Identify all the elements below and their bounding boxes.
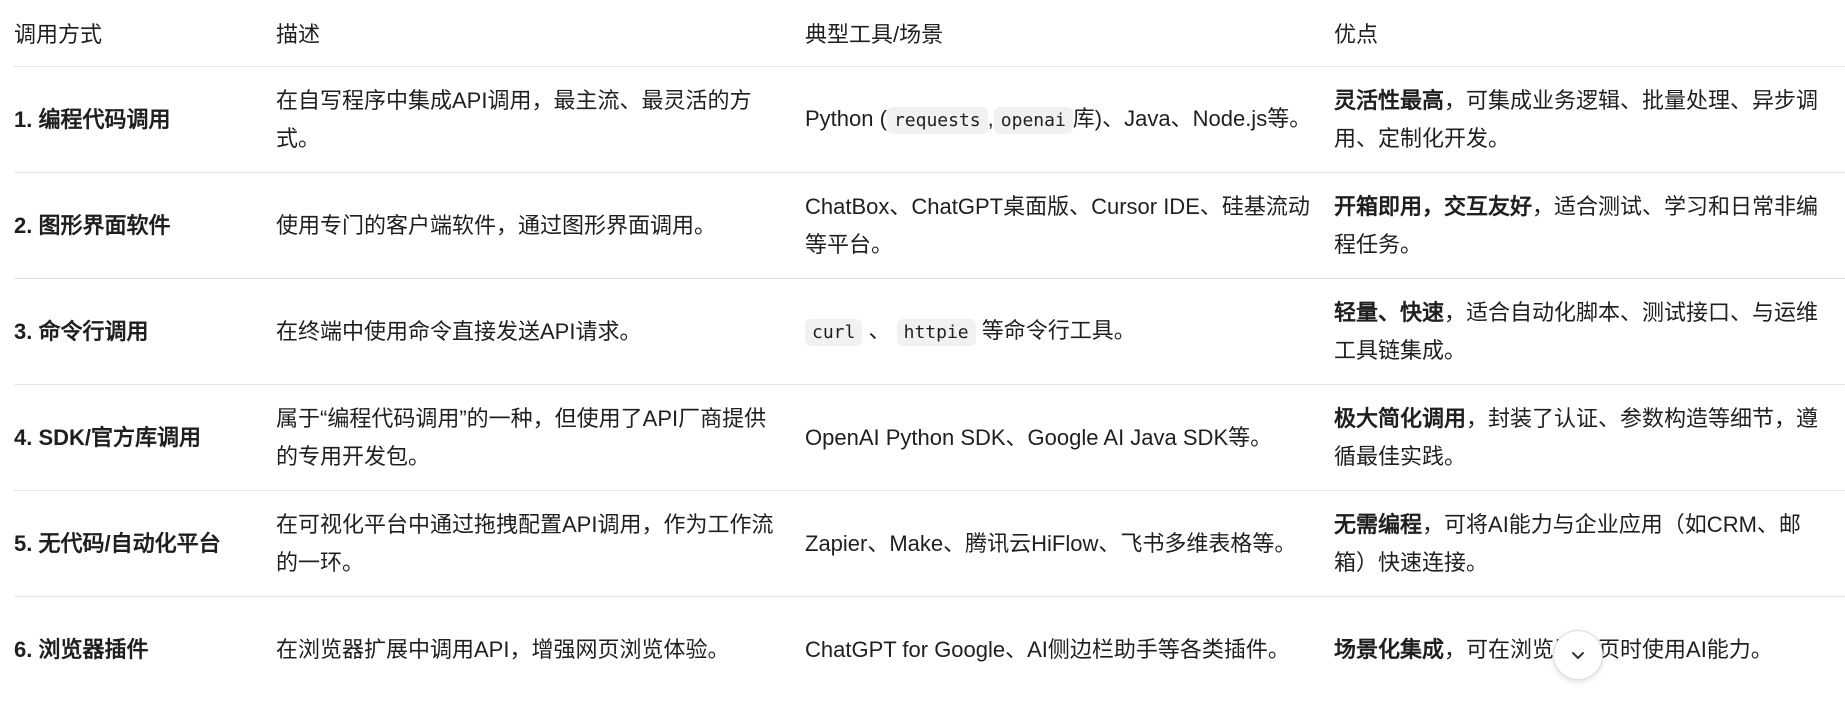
method-cell: 3. 命令行调用 [14,279,276,385]
method-cell: 6. 浏览器插件 [14,597,276,702]
description-cell: 使用专门的客户端软件，通过图形界面调用。 [276,173,805,279]
pros-cell: 灵活性最高，可集成业务逻辑、批量处理、异步调用、定制化开发。 [1334,67,1845,173]
pros-highlight: 极大简化调用 [1334,406,1466,431]
table-row: 1. 编程代码调用 在自写程序中集成API调用，最主流、最灵活的方式。 Pyth… [14,67,1845,173]
description-cell: 在浏览器扩展中调用API，增强网页浏览体验。 [276,597,805,702]
pros-highlight: 无需编程 [1334,512,1422,537]
pros-cell: 极大简化调用，封装了认证、参数构造等细节，遵循最佳实践。 [1334,385,1845,491]
tools-cell: Zapier、Make、腾讯云HiFlow、飞书多维表格等。 [805,491,1334,597]
pros-highlight: 轻量、快速 [1334,300,1444,325]
pros-cell: 轻量、快速，适合自动化脚本、测试接口、与运维工具链集成。 [1334,279,1845,385]
pros-cell: 开箱即用，交互友好，适合测试、学习和日常非编程任务。 [1334,173,1845,279]
table-row: 5. 无代码/自动化平台 在可视化平台中通过拖拽配置API调用，作为工作流的一环… [14,491,1845,597]
inline-code: curl [805,319,862,346]
pros-highlight: 开箱即用，交互友好 [1334,194,1532,219]
header-tools: 典型工具/场景 [805,0,1334,67]
table-row: 2. 图形界面软件 使用专门的客户端软件，通过图形界面调用。 ChatBox、C… [14,173,1845,279]
header-pros: 优点 [1334,0,1845,67]
chevron-down-icon [1568,645,1588,665]
tools-text: 库)、Java、Node.js等。 [1073,106,1311,131]
method-cell: 1. 编程代码调用 [14,67,276,173]
api-methods-table: 调用方式 描述 典型工具/场景 优点 1. 编程代码调用 在自写程序中集成API… [14,0,1845,702]
description-cell: 在自写程序中集成API调用，最主流、最灵活的方式。 [276,67,805,173]
table-row: 4. SDK/官方库调用 属于“编程代码调用”的一种，但使用了API厂商提供的专… [14,385,1845,491]
description-cell: 在可视化平台中通过拖拽配置API调用，作为工作流的一环。 [276,491,805,597]
tools-text: 等命令行工具。 [982,318,1136,343]
table-header-row: 调用方式 描述 典型工具/场景 优点 [14,0,1845,67]
tools-text: Python ( [805,106,887,131]
tools-separator: , [988,106,994,131]
method-cell: 5. 无代码/自动化平台 [14,491,276,597]
pros-highlight: 灵活性最高 [1334,88,1444,113]
description-cell: 属于“编程代码调用”的一种，但使用了API厂商提供的专用开发包。 [276,385,805,491]
scroll-down-button[interactable] [1553,630,1603,680]
method-cell: 4. SDK/官方库调用 [14,385,276,491]
tools-cell: Python (requests,openai库)、Java、Node.js等。 [805,67,1334,173]
pros-cell: 无需编程，可将AI能力与企业应用（如CRM、邮箱）快速连接。 [1334,491,1845,597]
tools-cell: ChatBox、ChatGPT桌面版、Cursor IDE、硅基流动等平台。 [805,173,1334,279]
header-method: 调用方式 [14,0,276,67]
tools-cell: OpenAI Python SDK、Google AI Java SDK等。 [805,385,1334,491]
inline-code: httpie [897,319,976,346]
pros-highlight: 场景化集成 [1334,637,1444,662]
method-cell: 2. 图形界面软件 [14,173,276,279]
tools-cell: ChatGPT for Google、AI侧边栏助手等各类插件。 [805,597,1334,702]
inline-code: openai [994,107,1073,134]
tools-separator: 、 [868,318,890,343]
tools-cell: curl 、 httpie 等命令行工具。 [805,279,1334,385]
pros-text: ，可在浏览器网页时使用AI能力。 [1444,637,1773,662]
header-description: 描述 [276,0,805,67]
inline-code: requests [887,107,988,134]
description-cell: 在终端中使用命令直接发送API请求。 [276,279,805,385]
table-row: 3. 命令行调用 在终端中使用命令直接发送API请求。 curl 、 httpi… [14,279,1845,385]
